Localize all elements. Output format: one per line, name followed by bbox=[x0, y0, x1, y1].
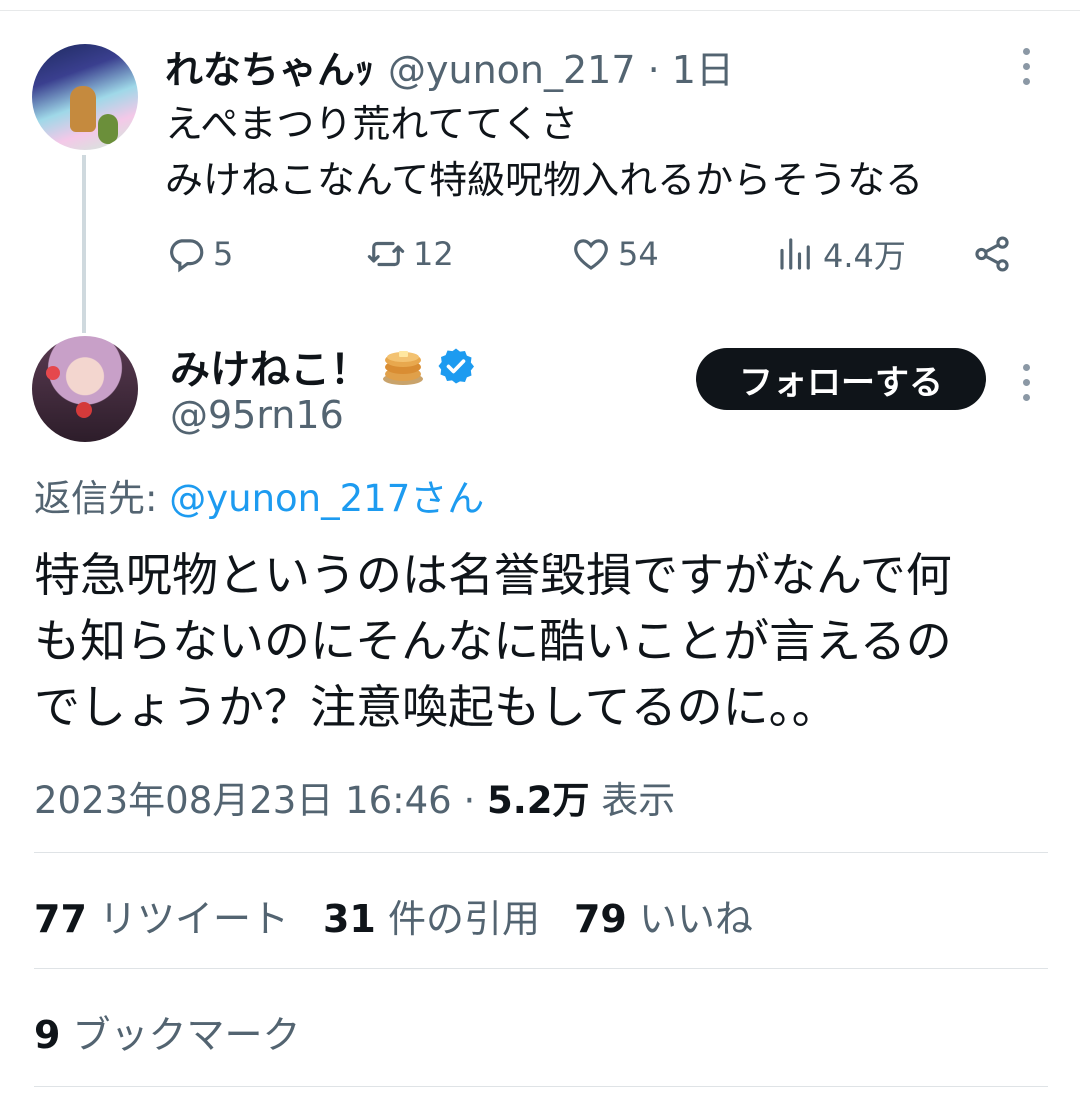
like-count: 54 bbox=[618, 235, 659, 273]
retweet-icon bbox=[367, 241, 405, 267]
divider bbox=[34, 1086, 1048, 1087]
main-tweet-line: 特急呪物というのは名誉毀損ですがなんで何 bbox=[34, 548, 952, 602]
tweet-meta: 2023年08月23日 16:46 · 5.2万 表示 bbox=[34, 770, 675, 824]
share-icon bbox=[975, 236, 1009, 272]
parent-action-bar: 5 12 54 4.4万 bbox=[165, 228, 1025, 280]
tweet-timestamp[interactable]: 2023年08月23日 16:46 · bbox=[34, 779, 487, 822]
quotes-label: 件の引用 bbox=[375, 897, 540, 941]
likes-count: 79 bbox=[573, 897, 627, 941]
main-tweet-line: も知らないのにそんなに酷いことが言えるの bbox=[34, 614, 952, 668]
parent-tweet-text: えぺまつり荒れててくさ みけねこなんて特級呪物入れるからそうなる bbox=[165, 96, 923, 208]
views-button[interactable]: 4.4万 bbox=[775, 228, 906, 280]
pancake-emoji-icon bbox=[383, 351, 423, 385]
follow-button[interactable]: フォローする bbox=[696, 348, 986, 410]
like-button[interactable]: 54 bbox=[570, 228, 659, 280]
divider bbox=[34, 968, 1048, 969]
retweets-count: 77 bbox=[34, 897, 87, 941]
top-divider bbox=[0, 10, 1080, 11]
parent-tweet-line: みけねこなんて特級呪物入れるからそうなる bbox=[165, 158, 924, 202]
author-name-row: みけねこ！ bbox=[170, 337, 476, 395]
reply-to-line: 返信先: @yunon_217さん bbox=[34, 468, 484, 522]
reply-to-mention-link[interactable]: @yunon_217さん bbox=[169, 477, 484, 520]
retweet-count: 12 bbox=[413, 235, 454, 273]
bookmarks-stat[interactable]: 9 ブックマーク bbox=[34, 1004, 301, 1059]
reply-icon bbox=[170, 239, 204, 273]
parent-avatar[interactable] bbox=[32, 44, 138, 150]
engagement-stats: 77 リツイート 31 件の引用 79 いいね bbox=[34, 888, 787, 943]
analytics-icon bbox=[780, 238, 810, 270]
retweets-stat[interactable]: 77 リツイート bbox=[34, 888, 289, 943]
parent-tweet-line: えぺまつり荒れててくさ bbox=[165, 102, 579, 146]
author-avatar[interactable] bbox=[32, 336, 138, 442]
author-handle[interactable]: @95rn16 bbox=[170, 393, 344, 437]
bookmarks-count: 9 bbox=[34, 1013, 61, 1057]
likes-stat[interactable]: 79 いいね bbox=[574, 888, 753, 943]
bookmarks-label: ブックマーク bbox=[60, 1013, 301, 1057]
author-display-name[interactable]: みけねこ！ bbox=[170, 337, 370, 395]
parent-tweet-header: れなちゃんｯ @yunon_217 · 1日 bbox=[165, 40, 734, 92]
quotes-stat[interactable]: 31 件の引用 bbox=[323, 888, 540, 943]
tweet-views-count: 5.2万 bbox=[487, 779, 590, 822]
parent-handle-time[interactable]: @yunon_217 · 1日 bbox=[388, 39, 734, 94]
views-count: 4.4万 bbox=[823, 237, 906, 275]
parent-more-icon[interactable] bbox=[1020, 48, 1032, 85]
main-tweet-text: 特急呪物というのは名誉毀損ですがなんで何 も知らないのにそんなに酷いことが言える… bbox=[34, 542, 952, 740]
reply-count: 5 bbox=[213, 235, 234, 273]
reply-to-label: 返信先: bbox=[34, 477, 170, 520]
main-more-icon[interactable] bbox=[1020, 364, 1032, 401]
tweet-views-label: 表示 bbox=[589, 779, 676, 822]
reply-button[interactable]: 5 bbox=[165, 228, 233, 280]
likes-label: いいね bbox=[626, 897, 753, 941]
divider bbox=[34, 852, 1048, 853]
main-tweet-line: でしょうか？注意喚起もしてるのに。。 bbox=[34, 680, 838, 734]
thread-line bbox=[82, 155, 86, 333]
parent-display-name[interactable]: れなちゃんｯ bbox=[165, 39, 374, 94]
share-button[interactable] bbox=[971, 228, 1019, 280]
retweet-button[interactable]: 12 bbox=[365, 228, 454, 280]
retweets-label: リツイート bbox=[86, 897, 289, 941]
heart-icon bbox=[574, 239, 608, 270]
quotes-count: 31 bbox=[322, 897, 376, 941]
verified-badge-icon bbox=[438, 348, 474, 384]
